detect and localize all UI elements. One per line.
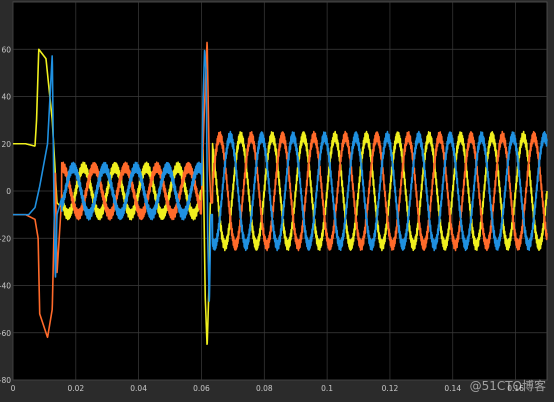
scope-plot: 0 0.02 0.04 0.06 0.08 0.1 0.12 0.14 0.16 -80 -60 -4… [0,0,554,402]
y-tick-label-1: -60 [0,329,11,338]
x-tick-label-3: 0.06 [193,384,210,393]
x-tick-label-7: 0.14 [444,384,461,393]
y-tick-label-3: -20 [0,234,11,243]
y-tick-label-6: 40 [1,93,11,102]
x-tick-label-5: 0.1 [321,384,333,393]
x-tick-label-6: 0.12 [382,384,399,393]
y-tick-label-0: -80 [0,376,11,385]
y-tick-label-4: 0 [6,187,11,196]
y-tick-label-5: 20 [1,140,11,149]
x-tick-label-8: 0.16 [507,384,524,393]
x-tick-label-4: 0.08 [256,384,273,393]
x-tick-label-2: 0.04 [130,384,147,393]
x-tick-label-1: 0.02 [67,384,84,393]
y-tick-label-7: 60 [1,45,11,54]
y-tick-label-2: -40 [0,282,11,291]
x-tick-label-0: 0 [11,384,16,393]
